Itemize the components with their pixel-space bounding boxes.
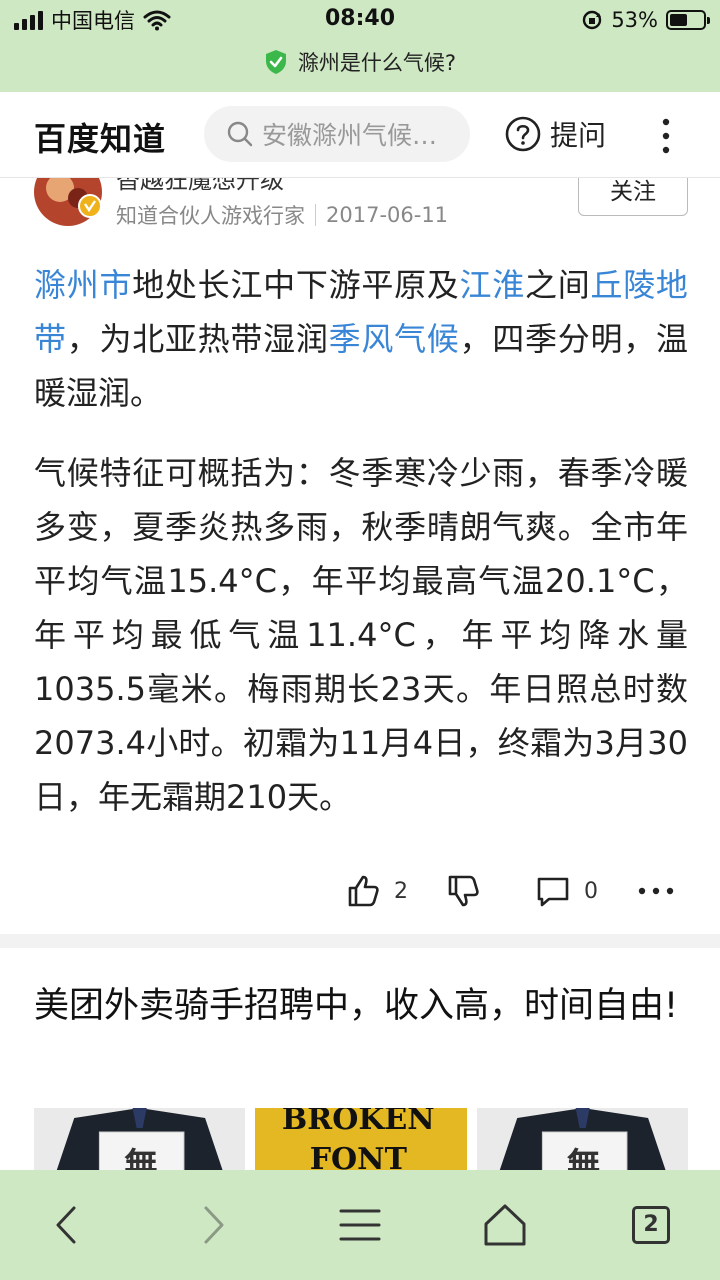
section-divider bbox=[0, 934, 720, 948]
baidu-zhidao-logo[interactable]: 百度知道 bbox=[34, 114, 166, 160]
ad-image-1-text: 無 bbox=[124, 1146, 158, 1170]
meta-divider bbox=[315, 204, 316, 226]
tabs-button[interactable]: 2 bbox=[626, 1200, 676, 1250]
follow-button[interactable]: 关注 bbox=[578, 178, 688, 216]
like-button[interactable]: 2 bbox=[346, 874, 408, 908]
home-icon[interactable] bbox=[480, 1200, 530, 1250]
forward-arrow-icon[interactable] bbox=[188, 1200, 238, 1250]
comment-icon bbox=[537, 877, 569, 907]
answer-paragraph-1: 滁州市地处长江中下游平原及江淮之间丘陵地带，为北亚热带湿润季风气候，四季分明，温… bbox=[34, 258, 688, 420]
site-header: 百度知道 安徽滁州气候… 提问 bbox=[0, 92, 720, 178]
author-meta: 知道合伙人游戏行家 2017-06-11 bbox=[116, 200, 448, 230]
answer-text: 之间 bbox=[525, 266, 591, 304]
search-input[interactable]: 安徽滁州气候… bbox=[204, 106, 470, 162]
answer-paragraph-2: 气候特征可概括为：冬季寒冷少雨，春季冷暖多变，夏季炎热多雨，秋季晴朗气爽。全市年… bbox=[34, 454, 688, 816]
browser-top-bar: 中国电信 08:40 53% 滁州是什么气候? bbox=[0, 0, 720, 92]
answer-actions: 2 0 bbox=[0, 864, 720, 920]
ad-title[interactable]: 美团外卖骑手招聘中，收入高，时间自由! bbox=[34, 978, 694, 1034]
author-name[interactable]: 杳越狂魔想升级 bbox=[116, 178, 284, 195]
question-icon bbox=[505, 116, 541, 152]
answer-date: 2017-06-11 bbox=[326, 203, 449, 227]
ad-image-3[interactable]: 無 bbox=[476, 1108, 688, 1170]
answer-link[interactable]: 滁州市 bbox=[34, 266, 132, 304]
page-title: 滁州是什么气候? bbox=[297, 51, 457, 75]
like-count: 2 bbox=[394, 878, 408, 904]
more-horizontal-icon bbox=[638, 887, 674, 895]
dislike-button[interactable] bbox=[446, 874, 480, 908]
answer-link[interactable]: 江淮 bbox=[460, 266, 525, 304]
answer-content: 杳越狂魔想升级 知道合伙人游戏行家 2017-06-11 关注 滁州市地处长江中… bbox=[0, 178, 720, 1170]
avatar[interactable] bbox=[34, 178, 102, 226]
shield-check-icon bbox=[265, 50, 286, 74]
more-actions-button[interactable] bbox=[636, 874, 676, 908]
comment-button[interactable]: 0 bbox=[536, 874, 598, 908]
ask-label: 提问 bbox=[550, 119, 607, 152]
author-role: 知道合伙人游戏行家 bbox=[116, 204, 305, 228]
ad-image-3-text: 無 bbox=[566, 1146, 601, 1170]
back-arrow-icon[interactable] bbox=[42, 1200, 92, 1250]
ad-image-2-text: BROKEN FONT bbox=[281, 1108, 435, 1170]
thumbs-down-icon bbox=[448, 875, 479, 907]
battery-icon bbox=[666, 10, 710, 30]
thumbs-up-icon bbox=[348, 875, 379, 907]
ad-images[interactable]: 無 BROKEN FONT 無 bbox=[34, 1108, 688, 1170]
ad-image-1[interactable]: 無 bbox=[34, 1108, 246, 1170]
ad-image-2[interactable]: BROKEN FONT bbox=[255, 1108, 467, 1170]
tabs-count: 2 bbox=[632, 1206, 670, 1244]
ask-button[interactable]: 提问 bbox=[504, 114, 606, 154]
status-bar: 中国电信 08:40 53% bbox=[0, 0, 720, 40]
battery-percent: 53% bbox=[611, 8, 658, 32]
answer-link[interactable]: 季风气候 bbox=[329, 320, 460, 358]
answer-text: 地处长江中下游平原及 bbox=[132, 266, 460, 304]
status-right: 53% bbox=[581, 6, 710, 34]
rotation-lock-icon bbox=[583, 10, 602, 30]
more-vertical-icon[interactable] bbox=[656, 116, 676, 156]
url-bar[interactable]: 滁州是什么气候? bbox=[0, 44, 720, 80]
comment-count: 0 bbox=[584, 878, 598, 904]
search-icon bbox=[227, 121, 253, 147]
menu-icon[interactable] bbox=[335, 1200, 385, 1250]
answer-text: ，为北亚热带湿润 bbox=[66, 320, 329, 358]
search-placeholder: 安徽滁州气候… bbox=[262, 121, 438, 150]
browser-bottom-bar: 2 bbox=[0, 1170, 720, 1280]
